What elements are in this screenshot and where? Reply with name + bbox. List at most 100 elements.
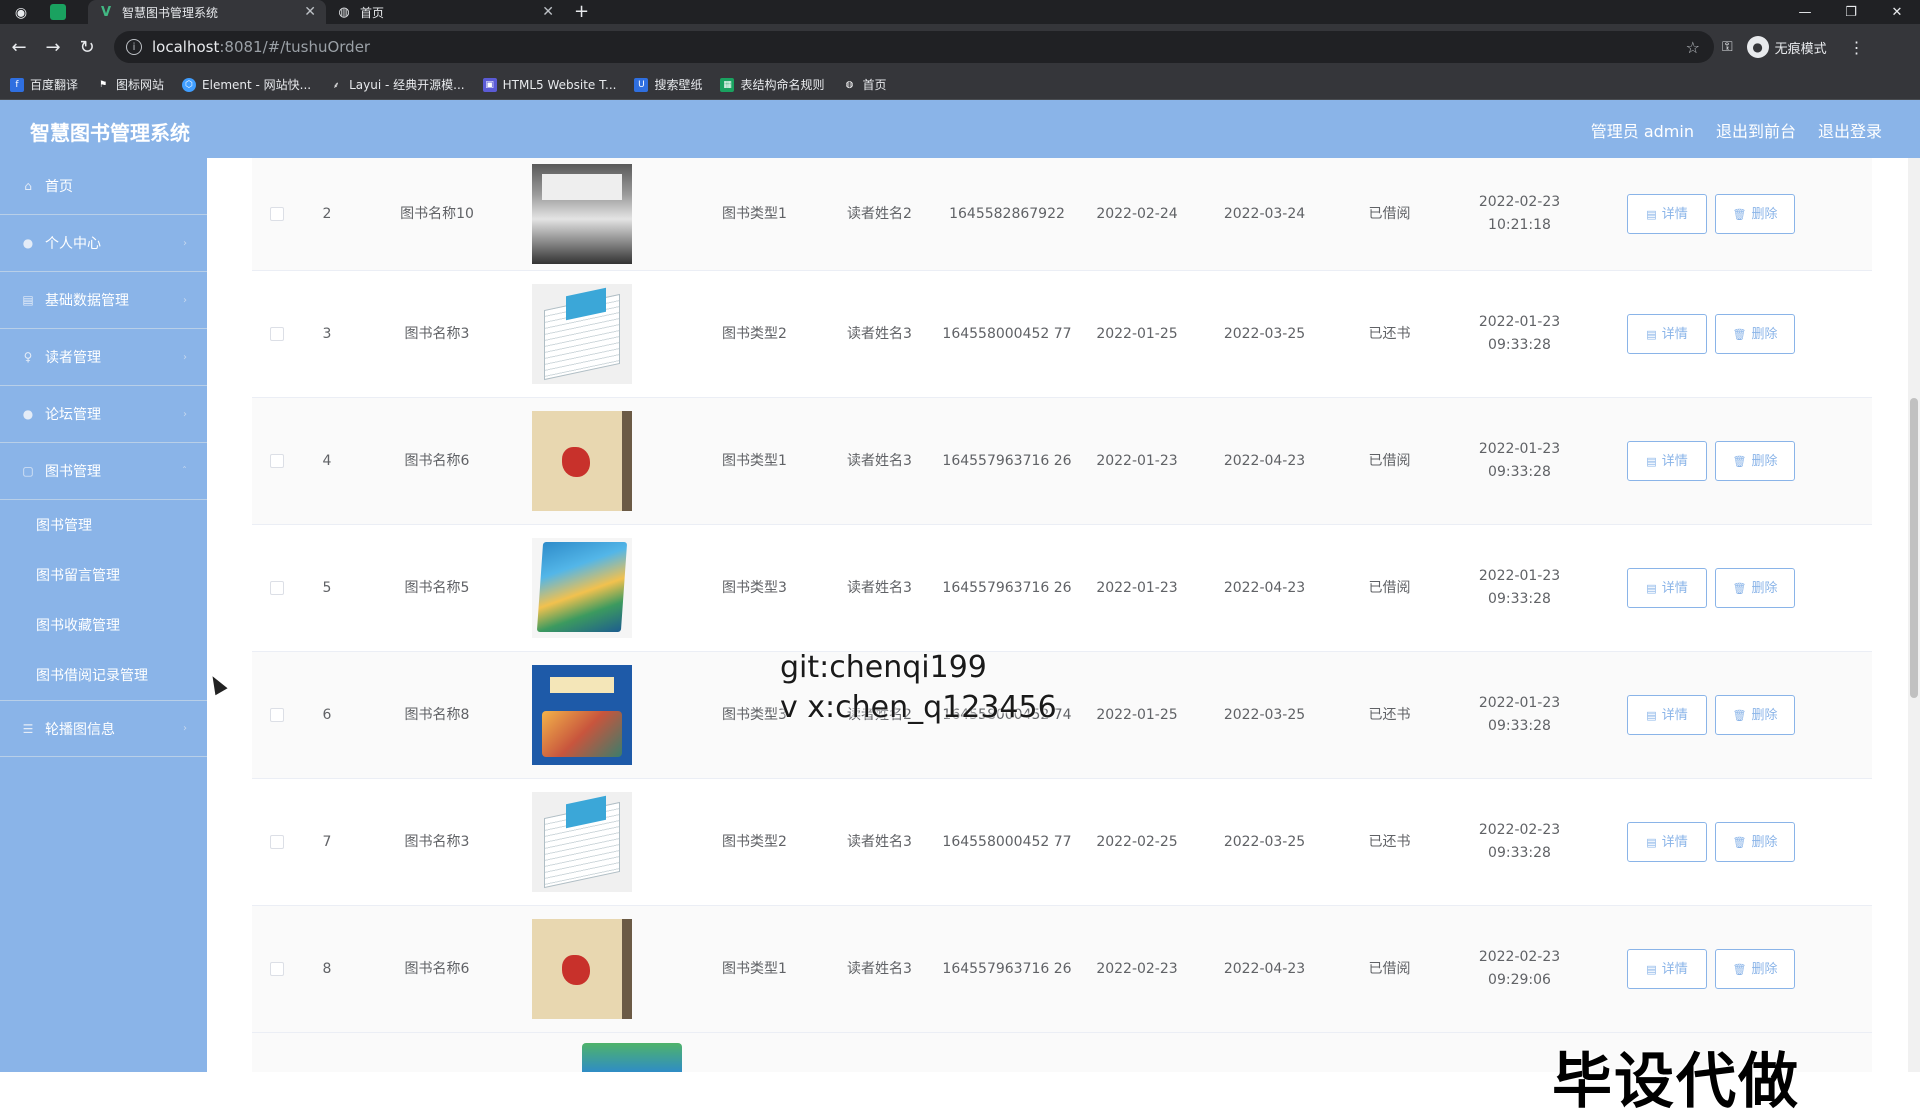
trash-icon: 🗑 <box>1732 708 1747 722</box>
sidebar-item-forum[interactable]: ● 论坛管理 › <box>0 386 207 443</box>
sidebar-item-basic-data[interactable]: ▤ 基础数据管理 › <box>0 272 207 329</box>
bookmarks-bar: f 百度翻译 ⚑ 图标网站 ⬡ Element - 网站快... ⸙ Layui - 经… <box>0 70 1920 100</box>
row-index: 6 <box>322 706 332 723</box>
delete-button[interactable]: 🗑 删除 <box>1715 822 1795 862</box>
scrollbar-thumb[interactable] <box>1910 398 1918 698</box>
address-bar[interactable]: i localhost :8081/#/tushuOrder ☆ <box>114 31 1714 63</box>
layui-icon: ⸙ <box>332 81 340 91</box>
bookmark-item[interactable]: ⚑ 图标网站 <box>96 76 164 93</box>
sidebar-item-home[interactable]: ⌂ 首页 <box>0 158 207 215</box>
delete-button[interactable]: 🗑 删除 <box>1715 441 1795 481</box>
record-number: 164558000452 77 <box>942 325 1072 342</box>
detail-button[interactable]: ▤ 详情 <box>1627 949 1707 989</box>
row-checkbox[interactable] <box>270 327 284 341</box>
bookmark-item[interactable]: ◍ 首页 <box>842 76 887 93</box>
delete-button[interactable]: 🗑 删除 <box>1715 568 1795 608</box>
row-index: 8 <box>322 960 332 977</box>
book-cover-image <box>532 919 632 1019</box>
created-time: 2022-01-23 09:33:28 <box>1478 695 1561 734</box>
sidebar-item-profile[interactable]: ● 个人中心 › <box>0 215 207 272</box>
sidebar-item-label: 图书管理 <box>45 464 101 480</box>
book-name: 图书名称3 <box>404 833 470 850</box>
forum-icon: ● <box>22 407 34 421</box>
sidebar-item-readers[interactable]: ♀ 读者管理 › <box>0 329 207 386</box>
close-icon[interactable]: ✕ <box>304 4 316 20</box>
return-date: 2022-04-23 <box>1223 452 1306 469</box>
bookmark-item[interactable]: ⬡ Element - 网站快... <box>182 76 311 93</box>
key-icon[interactable]: ⚿ <box>1722 39 1733 55</box>
forward-icon[interactable]: → <box>38 37 68 58</box>
incognito-icon[interactable]: ● <box>1746 36 1769 58</box>
tab-inactive[interactable]: ◍ 首页 ✕ <box>326 0 564 24</box>
submenu-item-book-comments[interactable]: 图书留言管理 <box>0 550 207 600</box>
detail-button[interactable]: ▤ 详情 <box>1627 822 1707 862</box>
detail-button[interactable]: ▤ 详情 <box>1627 695 1707 735</box>
sidebar-item-carousel[interactable]: ☰ 轮播图信息 › <box>0 700 207 757</box>
logout-link[interactable]: 退出登录 <box>1818 118 1882 142</box>
book-type: 图书类型1 <box>722 960 787 977</box>
row-checkbox[interactable] <box>270 835 284 849</box>
browser-menu-icon[interactable]: ◉ <box>10 2 32 24</box>
record-number: 164558000452 77 <box>942 833 1072 850</box>
bookmark-item[interactable]: ▣ HTML5 Website T... <box>482 77 616 92</box>
minimize-icon[interactable]: — <box>1782 0 1828 24</box>
translate-icon: f <box>10 77 24 92</box>
bookmark-item[interactable]: ▦ 表结构命名规则 <box>720 76 824 93</box>
book-cover-image <box>532 792 632 892</box>
detail-button[interactable]: ▤ 详情 <box>1627 314 1707 354</box>
table-row: 4 图书名称6 图书类型1 读者姓名3 164557963716 26 2022… <box>252 398 1872 525</box>
book-name: 图书名称5 <box>404 579 470 596</box>
info-icon[interactable]: i <box>126 39 142 55</box>
trash-icon: 🗑 <box>1732 581 1747 595</box>
row-checkbox[interactable] <box>270 207 284 221</box>
row-checkbox[interactable] <box>270 454 284 468</box>
new-tab-icon[interactable]: + <box>574 1 589 22</box>
star-icon[interactable]: ☆ <box>1686 38 1700 57</box>
return-date: 2022-03-24 <box>1223 205 1306 222</box>
detail-button[interactable]: ▤ 详情 <box>1627 568 1707 608</box>
element-icon: ⬡ <box>182 77 197 92</box>
url-path: :8081/#/tushuOrder <box>219 38 371 56</box>
sidebar-item-label: 读者管理 <box>45 350 101 366</box>
reload-icon[interactable]: ↻ <box>72 37 102 58</box>
close-window-icon[interactable]: ✕ <box>1874 0 1920 24</box>
close-icon[interactable]: ✕ <box>542 4 554 20</box>
sidebar-item-books[interactable]: ▢ 图书管理 ˆ <box>0 443 207 500</box>
delete-button[interactable]: 🗑 删除 <box>1715 314 1795 354</box>
detail-button[interactable]: ▤ 详情 <box>1627 194 1707 234</box>
trash-icon: 🗑 <box>1732 835 1747 849</box>
more-menu-icon[interactable]: ⋮ <box>1849 38 1865 57</box>
submenu-item-borrow-records[interactable]: 图书借阅记录管理 <box>0 650 207 700</box>
sidebar-item-label: 基础数据管理 <box>45 293 129 309</box>
document-icon: ▤ <box>1646 581 1657 595</box>
bookmark-item[interactable]: f 百度翻译 <box>10 76 78 93</box>
book-name: 图书名称10 <box>400 205 474 222</box>
tab-active[interactable]: V 智慧图书管理系统 ✕ <box>88 0 326 24</box>
bookmark-item[interactable]: ⸙ Layui - 经典开源模... <box>329 76 465 93</box>
back-icon[interactable]: ← <box>4 37 34 58</box>
bookmark-item[interactable]: U 搜索壁纸 <box>634 76 702 93</box>
submenu-item-book-manage[interactable]: 图书管理 <box>0 500 207 550</box>
restore-icon[interactable]: ❐ <box>1828 0 1874 24</box>
row-checkbox[interactable] <box>270 962 284 976</box>
browser-toolbar: ← → ↻ i localhost :8081/#/tushuOrder ☆ ⚿… <box>0 24 1920 70</box>
created-time: 2022-01-23 09:33:28 <box>1478 568 1561 607</box>
status-text: 已借阅 <box>1368 960 1411 977</box>
vue-logo-icon: V <box>100 4 112 20</box>
delete-button[interactable]: 🗑 删除 <box>1715 695 1795 735</box>
delete-button[interactable]: 🗑 删除 <box>1715 194 1795 234</box>
book-cover-image <box>532 411 632 511</box>
sidebar-item-label: 轮播图信息 <box>45 721 115 738</box>
created-time: 2022-01-23 09:33:28 <box>1478 441 1561 480</box>
row-checkbox[interactable] <box>270 581 284 595</box>
exit-to-front-link[interactable]: 退出到前台 <box>1716 118 1796 142</box>
delete-button[interactable]: 🗑 删除 <box>1715 949 1795 989</box>
pinned-tab-icon[interactable] <box>50 4 66 20</box>
submenu-item-book-favorites[interactable]: 图书收藏管理 <box>0 600 207 650</box>
record-number: 164557963716 26 <box>942 960 1072 977</box>
html5-icon: ▣ <box>482 77 497 92</box>
trash-icon: 🗑 <box>1732 454 1747 468</box>
scrollbar[interactable] <box>1908 158 1920 1072</box>
row-checkbox[interactable] <box>270 708 284 722</box>
detail-button[interactable]: ▤ 详情 <box>1627 441 1707 481</box>
